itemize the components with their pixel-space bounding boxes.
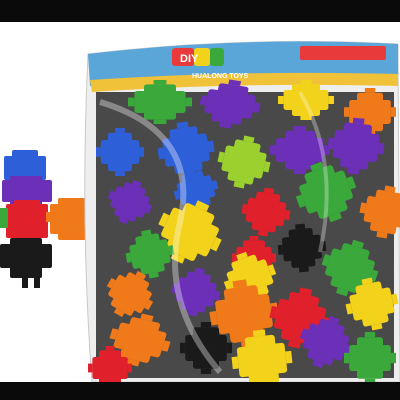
bottom-border (0, 382, 400, 400)
brand-subtitle: HUALONG TOYS (192, 73, 249, 80)
photo-area: DIY HUALONG TOYS (0, 22, 400, 382)
top-border (0, 0, 400, 22)
scene-illustration: DIY HUALONG TOYS (0, 41, 400, 382)
brand-logo-text: DIY (180, 53, 199, 65)
toy-bag: DIY HUALONG TOYS (84, 41, 400, 382)
bag-label (300, 46, 386, 60)
product-photo: DIY HUALONG TOYS (0, 0, 400, 400)
block-pile (88, 76, 400, 382)
